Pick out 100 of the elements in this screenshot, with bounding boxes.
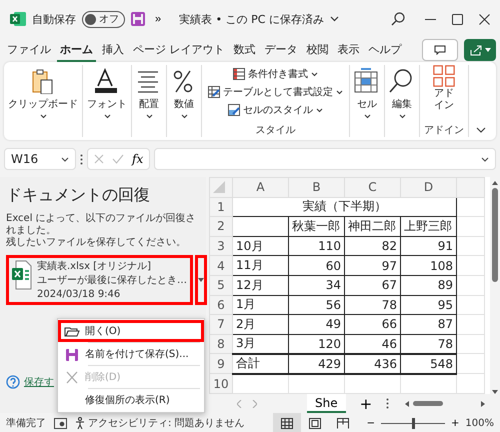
name-box[interactable]: W16 <box>4 148 76 170</box>
more-dots-icon <box>80 154 83 164</box>
menu-tab[interactable]: 数式 <box>230 38 258 62</box>
row-header[interactable]: 10 <box>210 374 232 394</box>
column-header[interactable]: D <box>400 178 456 198</box>
corner-triangle-icon <box>213 181 225 194</box>
caret-icon <box>104 114 110 119</box>
table-cell: 548 <box>400 354 456 374</box>
caret-icon <box>40 114 46 119</box>
table-cell: 87 <box>400 314 456 334</box>
row-header[interactable]: 4 <box>210 256 232 276</box>
caret-icon <box>336 90 343 94</box>
normal-view-icon <box>280 418 293 428</box>
row-header[interactable]: 2 <box>210 216 232 236</box>
table-cell: 89 <box>400 275 456 296</box>
menu-tab[interactable]: 校閲 <box>304 38 332 62</box>
column-header[interactable]: B <box>288 178 344 198</box>
more-dots-icon <box>386 398 390 409</box>
cellstyle-style-button[interactable]: セルのスタイル <box>226 101 325 119</box>
group-label: スタイル <box>256 124 296 137</box>
menu-item[interactable]: 修復個所の表示(R) <box>58 389 204 411</box>
menu-tab[interactable]: データ <box>262 38 300 62</box>
file-name: 実績表.xlsx [オリジナル] <box>37 260 152 274</box>
table-cell: 10月 <box>232 236 288 256</box>
table-cell: 60 <box>288 256 344 276</box>
caret-icon <box>198 278 204 282</box>
zoom-in-button[interactable]: + <box>449 418 462 428</box>
chevron-down-icon <box>481 156 489 162</box>
table-cell: 97 <box>344 256 400 276</box>
maximize-icon[interactable] <box>452 14 463 24</box>
grid-icon <box>233 68 245 80</box>
table-cell: 67 <box>344 275 400 296</box>
expand-ribbon-icon[interactable] <box>476 127 486 133</box>
cell-grid-icon <box>354 68 380 94</box>
check-icon[interactable] <box>112 154 124 164</box>
conditional-style-button[interactable]: 条件付き書式 <box>231 65 320 83</box>
sheet-tab[interactable]: She <box>307 394 346 413</box>
accessibility-status[interactable]: アクセシビリティ: 問題ありません <box>88 416 245 430</box>
table-header-cell: 秋葉一郎 <box>288 216 344 236</box>
menu-item[interactable]: 開く(O) <box>58 320 204 342</box>
view-button[interactable] <box>272 413 301 432</box>
column-header[interactable]: C <box>344 178 400 198</box>
table-cell: 95 <box>400 295 456 315</box>
table-cell: 78 <box>344 295 400 315</box>
page-break-icon <box>336 418 349 428</box>
zoom-out-button[interactable]: − <box>364 418 378 428</box>
zoom-slider-thumb[interactable] <box>412 418 416 428</box>
row-header[interactable]: 1 <box>210 197 232 217</box>
menu-tab[interactable]: 挿入 <box>99 38 127 62</box>
share-button[interactable] <box>464 39 496 61</box>
autosave-toggle[interactable]: オフ <box>82 10 125 28</box>
menu-tab[interactable]: 表示 <box>334 38 362 62</box>
search-icon[interactable] <box>391 12 405 26</box>
zoom-level: 100% <box>465 418 494 428</box>
clipboard-button[interactable]: クリップボード <box>4 65 83 137</box>
cells-button[interactable]: セル <box>350 65 385 137</box>
status-text: 準備完了 <box>6 416 46 430</box>
caret-icon <box>316 108 323 112</box>
row-header[interactable]: 3 <box>210 236 232 256</box>
menu-tab[interactable]: ファイル <box>4 38 54 62</box>
column-header[interactable]: A <box>232 178 288 198</box>
row-header[interactable]: 8 <box>210 334 232 354</box>
window-title[interactable]: 実績表 • この PC に保存済み <box>179 12 324 26</box>
table-header-cell: 上野三郎 <box>400 216 456 236</box>
row-header[interactable]: 9 <box>210 354 232 374</box>
vertical-scrollbar[interactable] <box>490 177 500 394</box>
caret-icon <box>398 114 406 119</box>
close-icon[interactable] <box>479 14 490 24</box>
number-button[interactable]: 数値 <box>167 65 202 137</box>
insert-function-button[interactable]: fx <box>132 152 144 166</box>
table-cell: 49 <box>288 314 344 334</box>
menu-tab[interactable]: ヘルプ <box>366 38 404 62</box>
scroll-right-icon <box>481 400 486 406</box>
row-header[interactable]: 5 <box>210 275 232 296</box>
caret-icon <box>146 114 152 119</box>
formula-input[interactable] <box>154 148 496 170</box>
row-header[interactable]: 6 <box>210 295 232 315</box>
editing-button[interactable]: 編集 <box>385 65 420 137</box>
table-cell: 合計 <box>232 354 288 374</box>
overflow-button[interactable]: » <box>151 13 166 25</box>
table-style-button[interactable]: テーブルとして書式設定 <box>206 83 345 101</box>
caret-icon <box>484 48 490 52</box>
add-ins-button[interactable]: アドイン <box>429 65 459 111</box>
horizontal-scrollbar[interactable] <box>405 400 486 406</box>
row-header[interactable]: 7 <box>210 314 232 334</box>
recovered-file-item[interactable]: 実績表.xlsx [オリジナル] ユーザーが最後に保存したとき… 2024/03/18 9:46 <box>6 255 193 305</box>
font-button[interactable]: フォント <box>83 65 132 137</box>
align-button[interactable]: 配置 <box>132 65 167 137</box>
caret-icon <box>311 72 318 76</box>
macro-record-icon[interactable] <box>54 418 67 428</box>
file-menu-button[interactable] <box>195 255 207 305</box>
menu-tab[interactable]: ページ レイアウト <box>130 38 228 62</box>
message-line: 残したいファイルを保存してください。 <box>6 237 187 249</box>
add-sheet-button[interactable]: + <box>356 394 376 412</box>
table-title-cell: 実績（下半期） <box>232 197 456 217</box>
menu-item[interactable]: 名前を付けて保存(S)... <box>58 343 204 365</box>
table-cell: 82 <box>344 236 400 256</box>
help-link[interactable]: 保存す <box>24 375 54 389</box>
save-icon[interactable] <box>131 12 145 26</box>
comments-button[interactable] <box>422 39 458 61</box>
